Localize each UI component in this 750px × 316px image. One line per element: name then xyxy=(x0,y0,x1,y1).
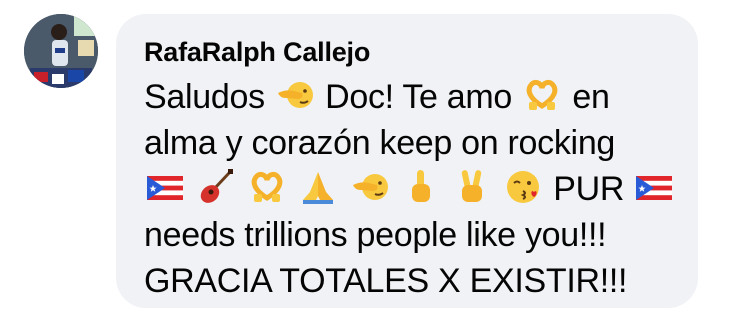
kissing-face-emoji xyxy=(504,168,542,206)
comment-line-2: alma y corazón keep on rocking xyxy=(144,124,616,162)
index-up-emoji xyxy=(402,168,440,206)
puerto-rico-flag-emoji xyxy=(635,168,673,206)
comment-text: Doc! Te amo xyxy=(325,78,513,116)
comment-text: en xyxy=(572,78,610,116)
avatar[interactable] xyxy=(24,14,98,88)
comment-author[interactable]: RafaRalph Callejo xyxy=(144,36,672,68)
folded-hands-emoji xyxy=(299,168,337,206)
comment-line-3: PUR xyxy=(144,166,673,212)
comment-bubble: RafaRalph Callejo Saludos Doc! Te amo en… xyxy=(116,14,698,308)
comment: RafaRalph Callejo Saludos Doc! Te amo en… xyxy=(0,0,750,316)
heart-hands-emoji xyxy=(248,168,286,206)
pointing-hand-emoji xyxy=(276,76,314,114)
comment-text: PUR xyxy=(553,170,625,208)
puerto-rico-flag-emoji xyxy=(146,168,184,206)
comment-line-4: needs trillions people like you!!! xyxy=(144,216,607,254)
pointing-hand-emoji xyxy=(351,168,389,206)
guitar-emoji xyxy=(197,168,235,206)
comment-line-5: GRACIA TOTALES X EXISTIR!!! xyxy=(144,262,628,300)
comment-text: Saludos xyxy=(144,78,265,116)
victory-hand-emoji xyxy=(453,168,491,206)
heart-hands-emoji xyxy=(523,76,561,114)
comment-line-1: Saludos Doc! Te amo en xyxy=(144,74,672,120)
